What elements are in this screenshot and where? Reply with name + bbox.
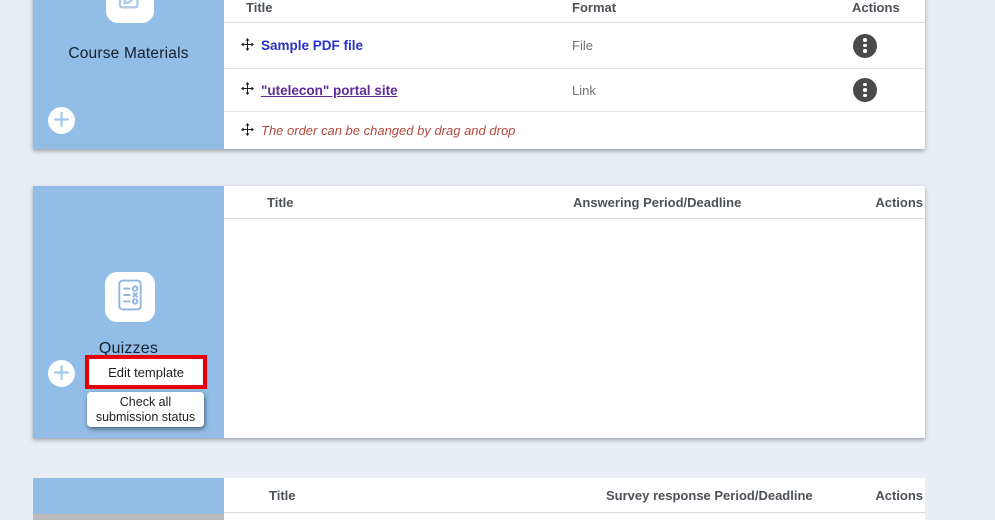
column-header-actions: Actions <box>852 0 900 15</box>
drag-drop-note: The order can be changed by drag and dro… <box>261 123 515 138</box>
horizontal-scrollbar-thumb[interactable] <box>33 514 224 520</box>
menu-item-check-all-submission-status[interactable]: Check all submission status <box>87 392 204 427</box>
menu-item-edit-template[interactable]: Edit template <box>85 355 207 389</box>
page-canvas: Course Materials Title Format Actions <box>0 0 995 520</box>
material-actions-cell <box>852 78 925 102</box>
move-icon <box>241 82 254 98</box>
material-title-cell: "utelecon" portal site <box>224 82 572 98</box>
surveys-sidebar <box>33 478 224 520</box>
course-materials-label: Course Materials <box>33 45 224 63</box>
column-header-title: Title <box>267 186 294 218</box>
drag-handle[interactable] <box>241 82 254 98</box>
material-title-cell: Sample PDF file <box>224 38 572 54</box>
surveys-sidebar-block <box>33 478 224 514</box>
menu-item-label: Check all submission status <box>91 395 200 424</box>
row-actions-button[interactable] <box>853 34 877 58</box>
drag-handle[interactable] <box>241 123 254 139</box>
column-header-title: Title <box>246 0 273 15</box>
surveys-table: Title Survey response Period/Deadline Ac… <box>224 478 925 520</box>
section-quizzes: Quizzes Edit template Check all submissi… <box>33 186 925 438</box>
add-material-button[interactable] <box>48 107 75 134</box>
material-link[interactable]: "utelecon" portal site <box>261 83 398 98</box>
move-icon <box>241 38 254 54</box>
quizzes-table: Title Answering Period/Deadline Actions <box>224 186 925 438</box>
quiz-checklist-icon <box>116 279 144 316</box>
course-materials-sidebar: Course Materials <box>33 0 224 149</box>
add-quiz-button[interactable] <box>48 360 75 387</box>
course-materials-table-header: Title Format Actions <box>224 0 925 23</box>
column-header-answering-period: Answering Period/Deadline <box>573 186 741 218</box>
quizzes-sidebar: Quizzes Edit template Check all submissi… <box>33 186 224 438</box>
plus-icon <box>53 111 70 131</box>
material-actions-cell <box>852 34 925 58</box>
menu-item-label: Edit template <box>108 365 184 380</box>
column-header-survey-response-period: Survey response Period/Deadline <box>606 478 813 512</box>
move-icon <box>241 123 254 139</box>
column-header-title: Title <box>269 478 296 512</box>
material-link[interactable]: Sample PDF file <box>261 38 363 53</box>
edit-square-icon <box>115 0 145 17</box>
note-cell: The order can be changed by drag and dro… <box>224 123 572 139</box>
surveys-table-header: Title Survey response Period/Deadline Ac… <box>224 478 925 513</box>
quizzes-icon-box <box>105 272 155 322</box>
table-row: Sample PDF file File <box>224 23 925 69</box>
quizzes-table-header: Title Answering Period/Deadline Actions <box>224 186 925 219</box>
section-surveys: Title Survey response Period/Deadline Ac… <box>33 478 925 520</box>
column-header-actions: Actions <box>875 186 923 218</box>
section-course-materials: Course Materials Title Format Actions <box>33 0 925 149</box>
row-actions-button[interactable] <box>853 78 877 102</box>
course-materials-table: Title Format Actions <box>224 0 925 149</box>
material-format: Link <box>572 83 852 98</box>
table-row: "utelecon" portal site Link <box>224 69 925 112</box>
drag-drop-note-row: The order can be changed by drag and dro… <box>224 112 925 149</box>
column-header-format: Format <box>572 0 616 15</box>
column-header-actions: Actions <box>875 478 923 512</box>
material-format: File <box>572 38 852 53</box>
drag-handle[interactable] <box>241 38 254 54</box>
plus-icon <box>53 364 70 384</box>
course-materials-icon-box <box>106 0 154 23</box>
